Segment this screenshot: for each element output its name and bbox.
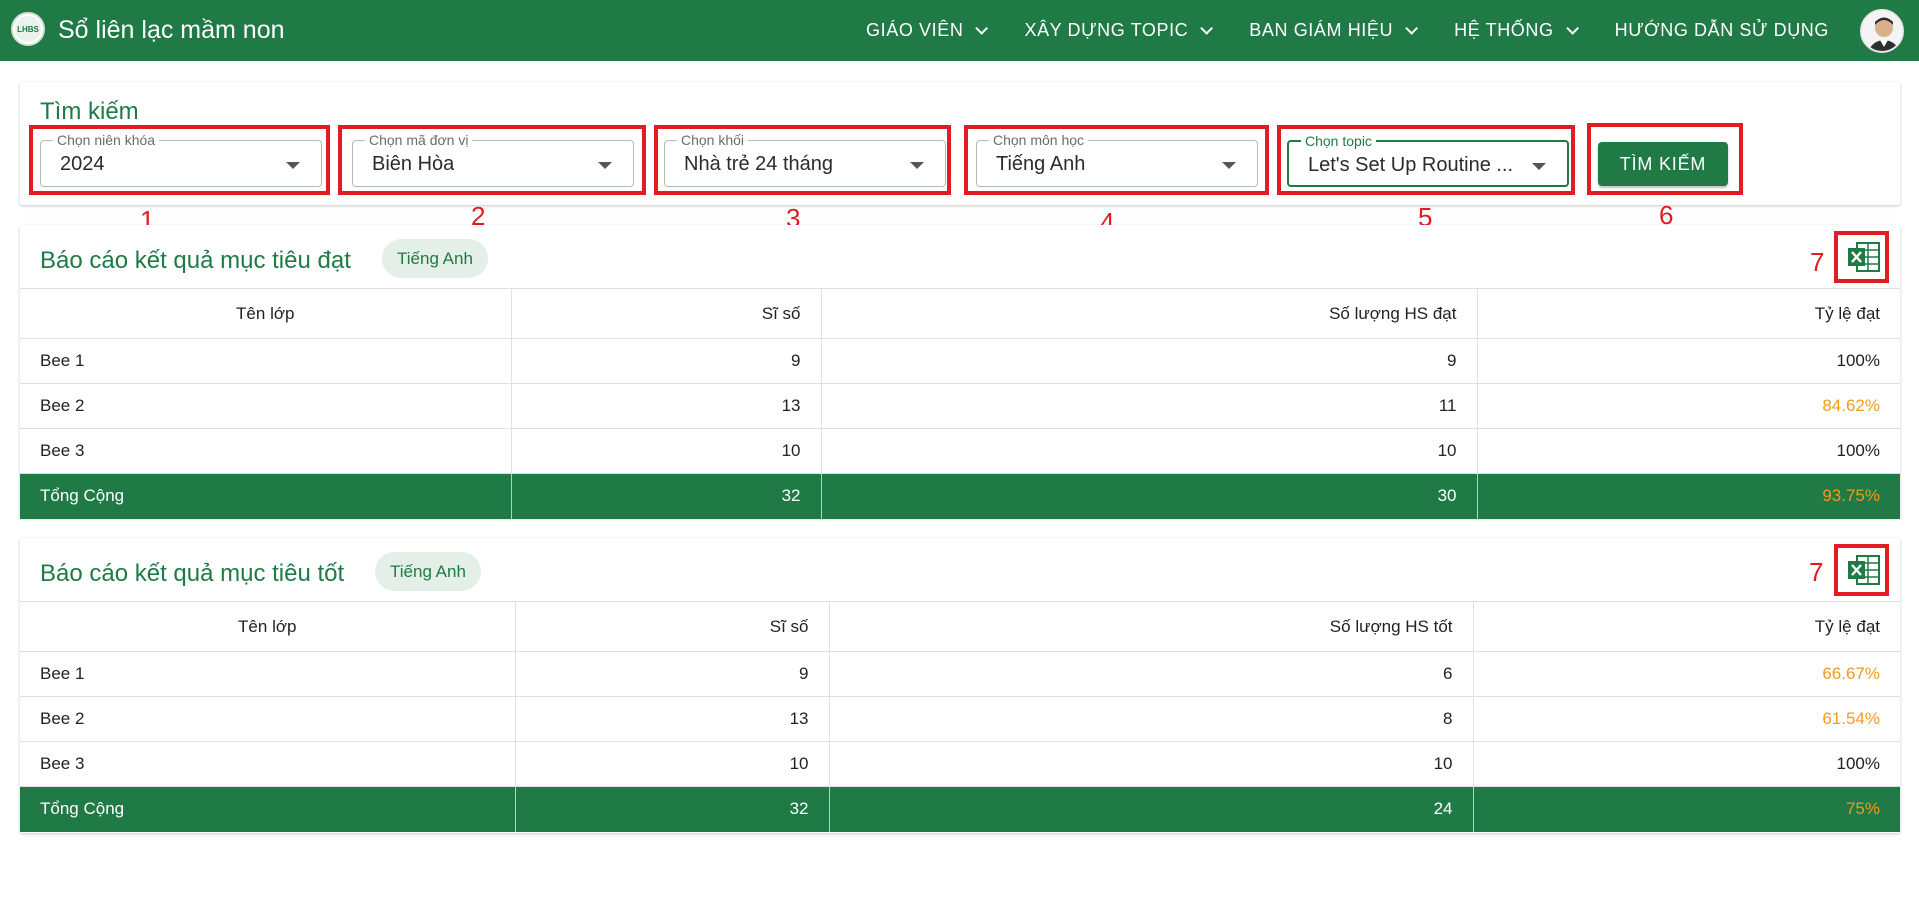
app-title[interactable]: Sổ liên lạc mầm non: [58, 16, 285, 45]
chevron-down-icon: [1405, 22, 1419, 35]
count-cell: 9: [821, 338, 1478, 384]
user-avatar[interactable]: [1860, 9, 1904, 53]
annotation-box-6: [1587, 123, 1743, 195]
class-name-cell: Bee 1: [20, 338, 512, 384]
column-header[interactable]: Tên lớp: [20, 601, 516, 652]
column-header[interactable]: Sĩ số: [511, 288, 822, 339]
count-cell: 8: [829, 696, 1474, 742]
report-title: Báo cáo kết quả mục tiêu tốt: [40, 560, 345, 587]
report-title: Báo cáo kết quả mục tiêu đạt: [40, 247, 351, 274]
total-rate-cell: 93.75%: [1477, 473, 1900, 519]
subject-chip: Tiếng Anh: [375, 552, 481, 591]
report-good-card: Báo cáo kết quả mục tiêu tốt Tiếng Anh T…: [20, 538, 1900, 833]
user-avatar-icon: [1862, 11, 1902, 51]
total-size-cell: 32: [511, 473, 822, 519]
class-name-cell: Bee 3: [20, 741, 516, 787]
nav-item-ban-giam-hieu[interactable]: BAN GIÁM HIỆU: [1249, 20, 1419, 41]
class-size-cell: 10: [515, 741, 830, 787]
nav-item-label: BAN GIÁM HIỆU: [1249, 20, 1394, 40]
class-size-cell: 9: [515, 651, 830, 697]
table-row: Bee 2 13 11 84.62%: [20, 383, 1900, 429]
rate-cell: 100%: [1477, 428, 1900, 474]
annotation-box-7b: [1834, 544, 1889, 596]
app-logo[interactable]: LHBS: [11, 12, 45, 46]
table-row: Bee 2 13 8 61.54%: [20, 696, 1900, 742]
total-row: Tổng Cộng 32 30 93.75%: [20, 473, 1900, 519]
count-cell: 11: [821, 383, 1478, 429]
column-header[interactable]: Tỷ lệ đạt: [1473, 601, 1900, 652]
annotation-box-4: [964, 125, 1269, 195]
nav-item-label: HƯỚNG DẪN SỬ DỤNG: [1614, 20, 1829, 40]
search-title: Tìm kiếm: [40, 98, 139, 125]
chevron-down-icon: [975, 22, 989, 35]
class-name-cell: Bee 3: [20, 428, 512, 474]
subject-chip: Tiếng Anh: [382, 239, 488, 278]
total-label-cell: Tổng Cộng: [20, 473, 512, 519]
table-row: Bee 1 9 9 100%: [20, 338, 1900, 384]
total-label-cell: Tổng Cộng: [20, 786, 516, 832]
nav-item-huong-dan[interactable]: HƯỚNG DẪN SỬ DỤNG: [1615, 20, 1829, 41]
annotation-box-2: [338, 125, 646, 195]
total-count-cell: 30: [821, 473, 1478, 519]
rate-cell: 100%: [1477, 338, 1900, 384]
report-achieved-card: Báo cáo kết quả mục tiêu đạt Tiếng Anh T…: [20, 225, 1900, 519]
rate-cell: 84.62%: [1477, 383, 1900, 429]
class-size-cell: 13: [511, 383, 822, 429]
annotation-number: 7: [1809, 557, 1824, 587]
total-rate-cell: 75%: [1473, 786, 1900, 832]
annotation-box-1: [29, 125, 330, 195]
column-header[interactable]: Tên lớp: [20, 288, 512, 339]
nav-item-label: XÂY DỰNG TOPIC: [1024, 20, 1189, 40]
table-row: Bee 1 9 6 66.67%: [20, 651, 1900, 697]
rate-cell: 100%: [1473, 741, 1900, 787]
total-count-cell: 24: [829, 786, 1474, 832]
class-name-cell: Bee 2: [20, 383, 512, 429]
annotation-box-7: [1834, 231, 1889, 283]
column-header[interactable]: Sĩ số: [515, 601, 830, 652]
class-name-cell: Bee 2: [20, 696, 516, 742]
count-cell: 10: [821, 428, 1478, 474]
class-size-cell: 9: [511, 338, 822, 384]
annotation-number: 7: [1810, 247, 1825, 277]
class-size-cell: 10: [511, 428, 822, 474]
column-header[interactable]: Tỷ lệ đạt: [1477, 288, 1900, 339]
nav-item-xay-dung-topic[interactable]: XÂY DỰNG TOPIC: [1024, 20, 1214, 41]
nav-item-giao-vien[interactable]: GIÁO VIÊN: [866, 20, 989, 41]
main-nav: GIÁO VIÊN XÂY DỰNG TOPIC BAN GIÁM HIỆU H…: [826, 0, 1829, 61]
rate-cell: 61.54%: [1473, 696, 1900, 742]
rate-cell: 66.67%: [1473, 651, 1900, 697]
table-row: Bee 3 10 10 100%: [20, 741, 1900, 787]
count-cell: 6: [829, 651, 1474, 697]
class-size-cell: 13: [515, 696, 830, 742]
report-good-table: Tên lớp Sĩ số Số lượng HS tốt Tỷ lệ đạt …: [20, 601, 1900, 832]
top-app-bar: LHBS Sổ liên lạc mầm non GIÁO VIÊN XÂY D…: [0, 0, 1919, 61]
nav-item-he-thong[interactable]: HỆ THỐNG: [1454, 20, 1579, 41]
nav-item-label: HỆ THỐNG: [1454, 20, 1554, 40]
table-row: Bee 3 10 10 100%: [20, 428, 1900, 474]
class-name-cell: Bee 1: [20, 651, 516, 697]
total-row: Tổng Cộng 32 24 75%: [20, 786, 1900, 832]
annotation-box-5: [1277, 125, 1575, 195]
annotation-box-3: [654, 125, 951, 195]
column-header[interactable]: Số lượng HS tốt: [829, 601, 1474, 652]
count-cell: 10: [829, 741, 1474, 787]
total-size-cell: 32: [515, 786, 830, 832]
column-header[interactable]: Số lượng HS đạt: [821, 288, 1478, 339]
nav-item-label: GIÁO VIÊN: [866, 20, 964, 40]
chevron-down-icon: [1200, 22, 1214, 35]
report-achieved-table: Tên lớp Sĩ số Số lượng HS đạt Tỷ lệ đạt …: [20, 288, 1900, 519]
chevron-down-icon: [1565, 22, 1579, 35]
logo-text: LHBS: [15, 16, 41, 42]
